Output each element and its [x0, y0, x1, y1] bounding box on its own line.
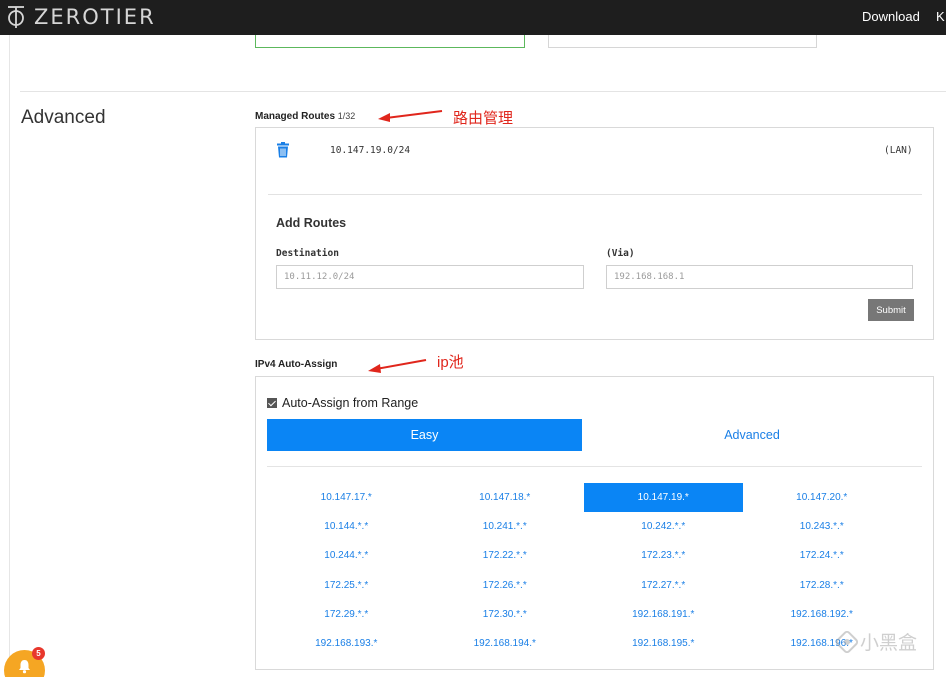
auto-assign-label: Auto-Assign from Range	[282, 396, 419, 410]
network-description-input-partial[interactable]	[548, 35, 817, 48]
ip-range-option[interactable]: 172.25.*.*	[267, 571, 426, 600]
destination-input[interactable]	[276, 265, 584, 289]
ip-range-option[interactable]: 172.27.*.*	[584, 571, 743, 600]
ip-range-option[interactable]: 10.244.*.*	[267, 541, 426, 570]
managed-routes-label: Managed Routes	[255, 111, 336, 122]
tab-advanced[interactable]: Advanced	[596, 419, 908, 451]
managed-routes-heading: Managed Routes 1/32	[255, 111, 355, 122]
add-routes-title: Add Routes	[276, 216, 347, 230]
nav-truncated-link[interactable]: K	[936, 9, 945, 24]
ipv4-auto-assign-heading: IPv4 Auto-Assign	[255, 359, 338, 370]
network-name-input-partial[interactable]	[255, 35, 525, 48]
submit-route-button[interactable]: Submit	[868, 299, 914, 321]
section-title-advanced: Advanced	[21, 107, 106, 128]
annotation-routes: 路由管理	[453, 110, 514, 127]
section-divider	[20, 91, 946, 92]
via-input[interactable]	[606, 265, 913, 289]
ip-range-option[interactable]: 172.26.*.*	[426, 571, 585, 600]
ip-range-option[interactable]: 192.168.191.*	[584, 600, 743, 629]
ip-range-option[interactable]: 172.30.*.*	[426, 600, 585, 629]
destination-label: Destination	[276, 248, 339, 259]
left-column-rule	[9, 35, 10, 677]
via-label: (Via)	[606, 248, 635, 259]
ip-range-option[interactable]: 192.168.195.*	[584, 629, 743, 658]
ip-range-option[interactable]: 192.168.192.*	[743, 600, 902, 629]
tab-easy[interactable]: Easy	[267, 419, 582, 451]
routes-divider	[268, 194, 922, 195]
annotation-arrow-routes	[378, 110, 443, 122]
ip-range-option[interactable]: 192.168.193.*	[267, 629, 426, 658]
ip-range-option[interactable]: 172.22.*.*	[426, 541, 585, 570]
managed-routes-count: 1/32	[337, 111, 356, 121]
zerotier-logo[interactable]: ZEROTIER	[6, 5, 156, 29]
xiaoheihe-logo-icon	[836, 630, 858, 653]
annotation-ip-pool: ip池	[437, 354, 464, 371]
route-target: 10.147.19.0/24	[330, 145, 411, 156]
ipv4-auto-assign-panel: Auto-Assign from Range Easy Advanced 10.…	[255, 376, 934, 670]
tabs-divider	[267, 466, 922, 467]
ip-range-option[interactable]: 10.147.18.*	[426, 483, 585, 512]
ip-range-option[interactable]: 10.242.*.*	[584, 512, 743, 541]
ip-range-option[interactable]: 172.24.*.*	[743, 541, 902, 570]
ip-range-option[interactable]: 172.23.*.*	[584, 541, 743, 570]
ip-range-option[interactable]: 10.147.17.*	[267, 483, 426, 512]
annotation-arrow-ipv4	[368, 359, 427, 373]
xiaoheihe-watermark: 小黑盒	[836, 628, 917, 655]
ip-range-grid: 10.147.17.* 10.147.18.* 10.147.19.* 10.147.…	[267, 483, 901, 658]
watermark-text: 小黑盒	[860, 633, 918, 654]
bell-icon	[19, 660, 30, 674]
zerotier-logo-icon	[8, 6, 24, 28]
ip-range-option[interactable]: 10.147.20.*	[743, 483, 902, 512]
top-navbar: ZEROTIER Download K	[0, 0, 946, 35]
brand-name: ZEROTIER	[34, 5, 156, 29]
trash-icon[interactable]	[276, 142, 290, 158]
route-via: (LAN)	[884, 145, 913, 156]
auto-assign-checkbox[interactable]	[267, 398, 277, 408]
ip-range-option[interactable]: 172.28.*.*	[743, 571, 902, 600]
ip-range-option[interactable]: 10.144.*.*	[267, 512, 426, 541]
nav-download-link[interactable]: Download	[862, 9, 920, 24]
ip-range-option[interactable]: 10.147.19.*	[584, 483, 743, 513]
ip-range-option[interactable]: 10.243.*.*	[743, 512, 902, 541]
ip-range-option[interactable]: 10.241.*.*	[426, 512, 585, 541]
ip-range-option[interactable]: 192.168.194.*	[426, 629, 585, 658]
notification-badge: 5	[32, 647, 45, 660]
managed-routes-panel: 10.147.19.0/24 (LAN) Add Routes Destinat…	[255, 127, 934, 340]
ip-range-option[interactable]: 172.29.*.*	[267, 600, 426, 629]
